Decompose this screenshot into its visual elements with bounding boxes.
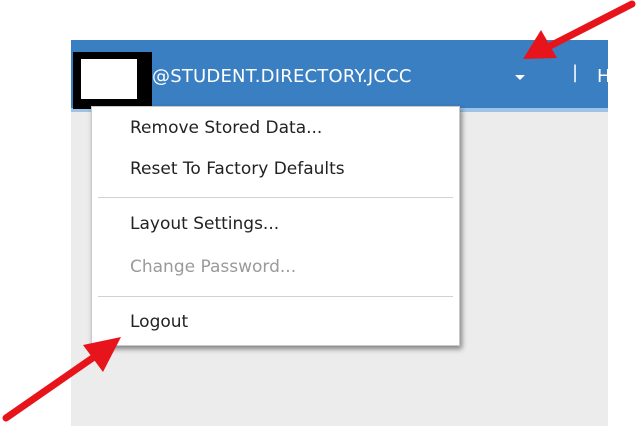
screenshot-stage: @STUDENT.DIRECTORY.JCCC | H Remove Store… [0, 0, 639, 426]
red-arrow-icon [523, 0, 636, 59]
annotation-arrows [2, 0, 636, 422]
red-arrow-icon [2, 337, 121, 422]
